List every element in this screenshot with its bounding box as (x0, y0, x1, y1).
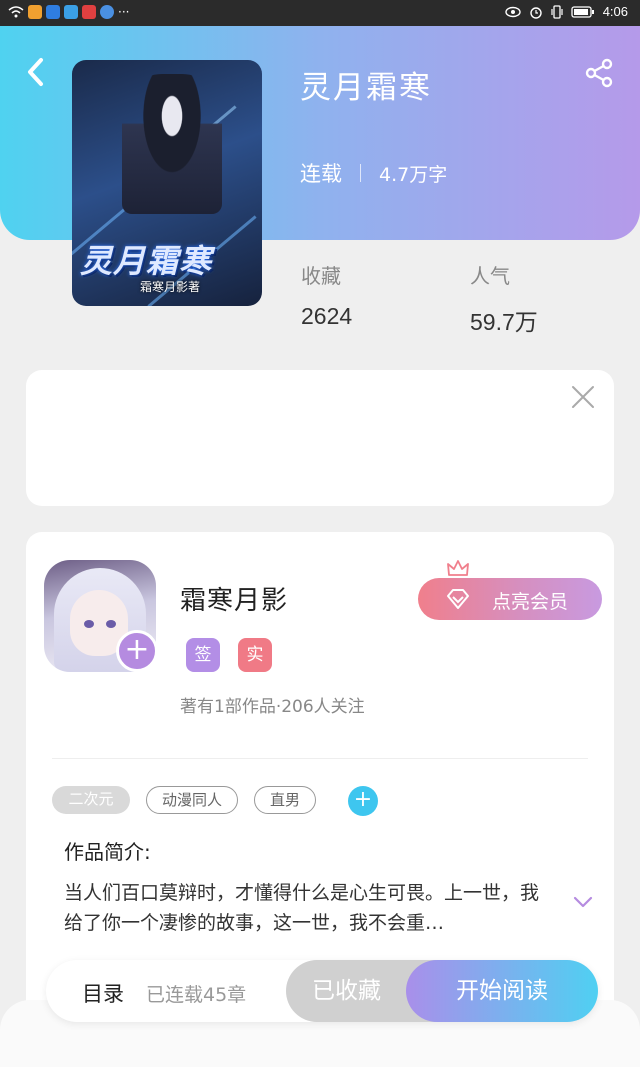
tag-chip[interactable]: 二次元 (52, 786, 130, 814)
avatar-eye (84, 620, 94, 628)
clock: 4:06 (602, 4, 628, 19)
status-icons-left: ··· (8, 5, 129, 19)
alarm-icon (529, 6, 542, 19)
app-notification-icon (100, 5, 114, 19)
divider (360, 164, 361, 182)
more-notifications: ··· (118, 5, 130, 19)
cover-title-art: 灵月霜寒 (80, 242, 213, 280)
diamond-icon (447, 589, 469, 609)
tag-chip[interactable]: 直男 (254, 786, 316, 814)
intro-text: 当人们百口莫辩时，才懂得什么是心生可畏。上一世，我给了你一个凄惨的故事，这一世，… (64, 882, 540, 934)
popularity-label: 人气 (470, 264, 510, 288)
vibrate-icon (551, 4, 563, 19)
cover-character (122, 74, 222, 214)
favorites-label: 收藏 (301, 264, 341, 288)
share-icon[interactable] (584, 58, 614, 88)
word-count: 4.7万字 (379, 163, 448, 186)
cover-author-art: 霜寒月影著 (140, 280, 201, 294)
add-tag-button[interactable]: + (348, 786, 378, 816)
chapter-count[interactable]: 已连载45章 (146, 980, 246, 1007)
crown-icon (447, 560, 469, 576)
battery-icon (571, 5, 594, 18)
signed-badge: 签 (186, 638, 220, 672)
status-bar: ··· 4:06 (0, 0, 640, 26)
popularity-stat: 人气 59.7万 (470, 260, 538, 337)
follow-author-button[interactable]: + (116, 630, 158, 672)
author-name[interactable]: 霜寒月影 (180, 580, 288, 617)
chevron-down-icon[interactable] (572, 894, 594, 910)
start-reading-button[interactable]: 开始阅读 (406, 960, 598, 1022)
book-title: 灵月霜寒 (300, 70, 432, 106)
favorites-stat: 收藏 2624 (301, 260, 352, 330)
serial-status: 连载 (300, 162, 342, 186)
book-status-line: 连载 4.7万字 (300, 158, 447, 188)
vip-button-label: 点亮会员 (492, 591, 569, 613)
status-icons-right: 4:06 (504, 4, 628, 19)
table-of-contents-button[interactable]: 目录 (82, 978, 124, 1008)
avatar-eye (106, 620, 116, 628)
favorites-value: 2624 (301, 303, 353, 329)
book-cover[interactable]: 灵月霜寒 霜寒月影著 (72, 60, 262, 306)
intro-heading: 作品简介: (64, 840, 151, 864)
app-notification-icon (82, 5, 96, 19)
app-notification-icon (64, 5, 78, 19)
popularity-value: 59.7万 (470, 309, 538, 335)
eye-icon (504, 6, 521, 17)
app-notification-icon (28, 5, 42, 19)
bottom-action-bar: 目录 已连载45章 已收藏 开始阅读 (46, 960, 598, 1022)
author-meta: 著有1部作品·206人关注 (180, 697, 365, 717)
wifi-icon (8, 6, 24, 18)
back-arrow-icon[interactable] (22, 56, 50, 88)
tag-chip[interactable]: 动漫同人 (146, 786, 238, 814)
ad-placeholder-card (26, 370, 614, 506)
section-divider (52, 758, 588, 759)
app-notification-icon (46, 5, 60, 19)
vip-member-button[interactable]: 点亮会员 (418, 578, 602, 620)
close-icon[interactable] (570, 384, 596, 410)
verified-badge: 实 (238, 638, 272, 672)
